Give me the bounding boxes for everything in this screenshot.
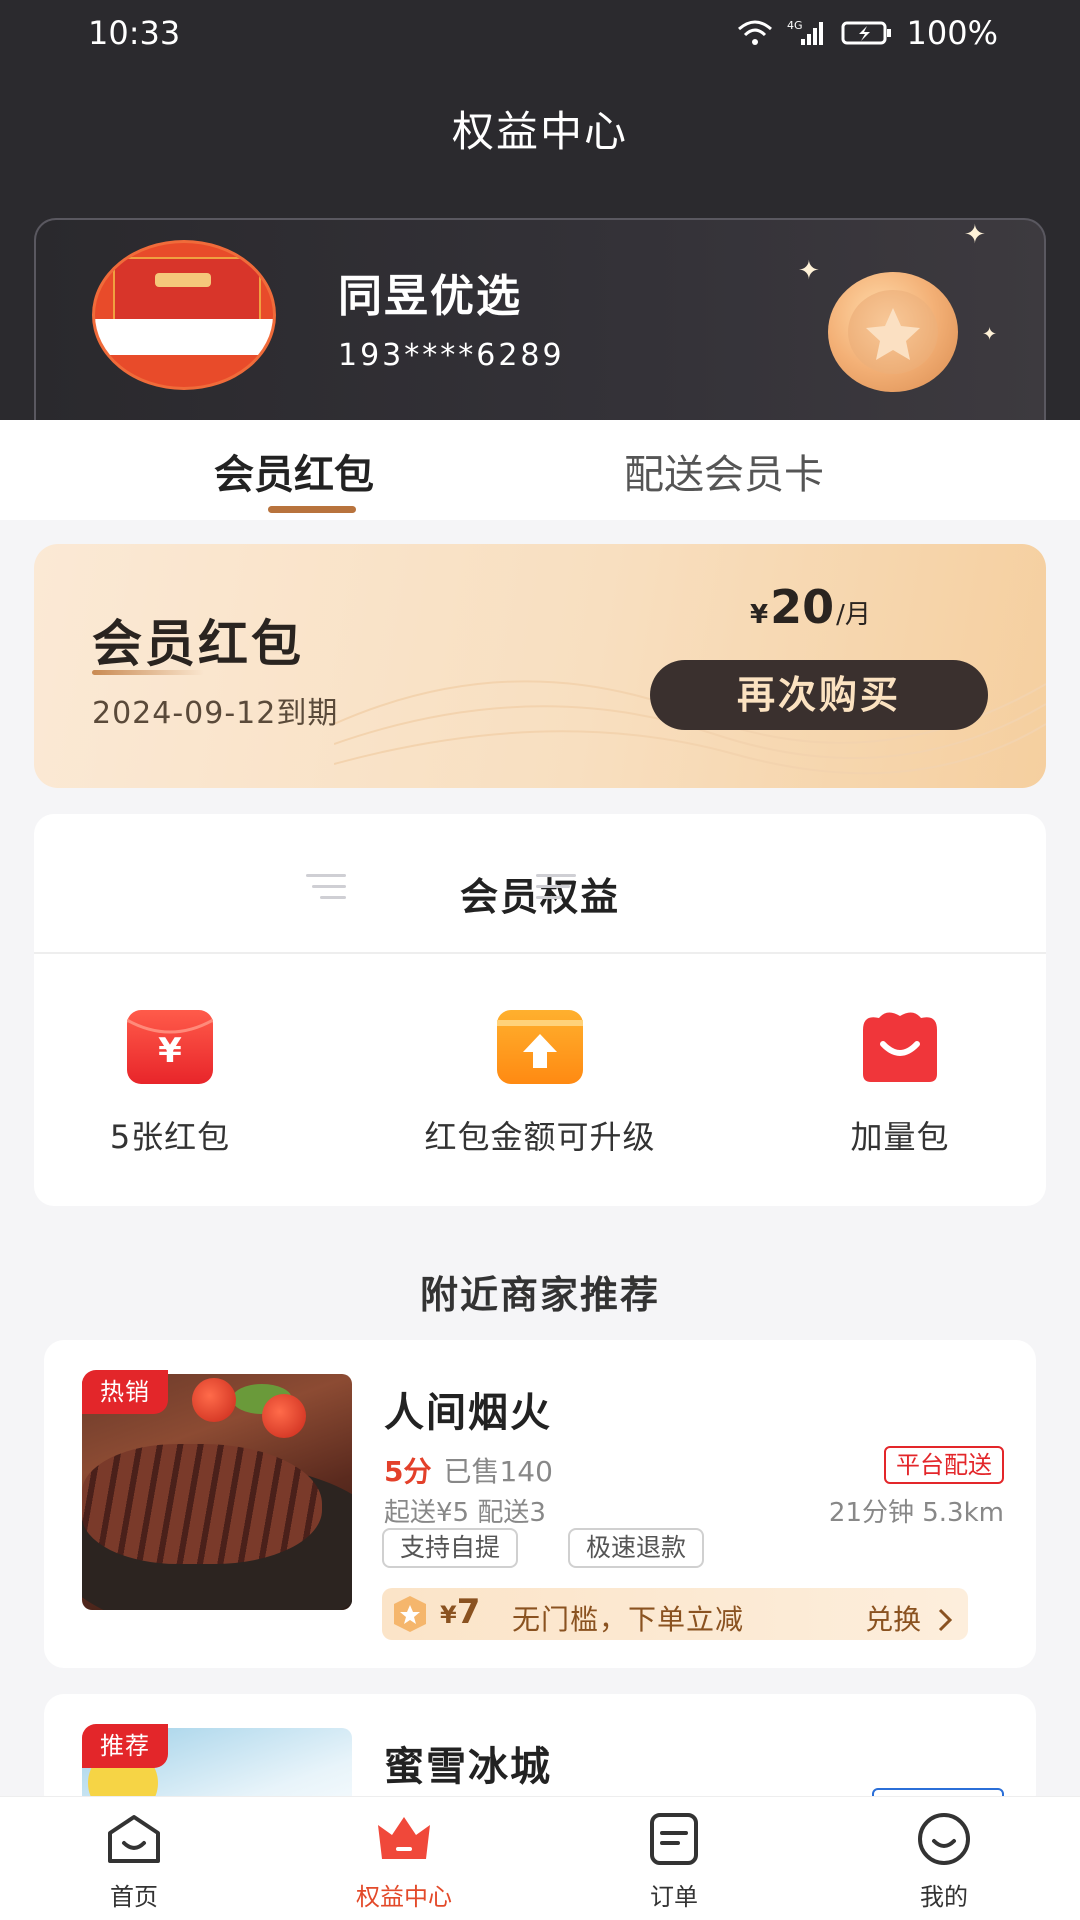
phone-number: 193****6289 (338, 338, 565, 373)
shop-score: 5分 (384, 1455, 432, 1488)
delivery-type-badge: 平台配送 (884, 1446, 1004, 1484)
bottom-nav: 首页 权益中心 订单 我的 (0, 1796, 1080, 1920)
price-unit: /月 (836, 600, 871, 630)
benefit-label: 加量包 (850, 1118, 950, 1156)
upgrade-icon (497, 1010, 583, 1084)
price-amount: 20 (770, 580, 835, 634)
svg-text:¥: ¥ (158, 1031, 182, 1071)
expire-date: 2024-09-12到期 (92, 696, 339, 731)
coupon-desc: 无门槛，下单立减 (512, 1603, 745, 1636)
profile-icon (918, 1813, 970, 1865)
shop-distance: 21分钟 5.3km (828, 1498, 1004, 1528)
benefit-label: 红包金额可升级 (424, 1118, 656, 1156)
shop-name: 同昱优选 (338, 271, 522, 322)
divider (34, 952, 1046, 954)
page-title: 权益中心 (451, 107, 628, 156)
recommend-badge: 推荐 (82, 1724, 168, 1768)
benefit-upgrade[interactable]: 红包金额可升级 (390, 1010, 690, 1158)
status-icons: 4G 100% (737, 14, 998, 52)
price-symbol: ¥ (750, 600, 769, 630)
user-card[interactable]: 同昱优选 193****6289 ✦ ✦ ✦ (34, 218, 1046, 420)
feature-tag: 极速退款 (568, 1528, 705, 1568)
nav-profile[interactable]: 我的 (874, 1809, 1014, 1912)
nearby-title: 附近商家推荐 (419, 1273, 660, 1317)
red-envelope-icon: ¥ (126, 1010, 214, 1084)
nav-label: 订单 (650, 1883, 698, 1911)
signal-icon: 4G (787, 19, 823, 45)
coupon-bar[interactable]: ¥7 无门槛，下单立减 兑换 (382, 1588, 968, 1640)
benefit-gift-bag[interactable]: 加量包 (820, 1010, 980, 1158)
order-icon (650, 1813, 698, 1865)
battery-level: 100% (906, 14, 998, 52)
nav-benefits[interactable]: 权益中心 (334, 1809, 474, 1912)
shop-fee: 起送¥5 配送3 (384, 1498, 546, 1528)
member-card: 会员红包 2024-09-12到期 ¥ 20 /月 再次购买 (34, 544, 1046, 788)
sparkle-icon: ✦ (982, 324, 998, 345)
title-underline (92, 670, 204, 675)
member-card-title: 会员红包 (92, 615, 304, 673)
header: 10:33 4G 100% 权益中心 同昱优选 193****6289 ✦ ✦ … (0, 0, 1080, 420)
title-decoration-right (536, 874, 576, 907)
status-time: 10:33 (88, 14, 181, 52)
benefit-red-envelope[interactable]: ¥ 5张红包 (80, 1010, 260, 1158)
tab-member-redpacket[interactable]: 会员红包 (214, 442, 374, 500)
feature-tag: 支持自提 (382, 1528, 519, 1568)
coin-illustration: ✦ ✦ ✦ (756, 220, 1044, 420)
rebuy-button[interactable]: 再次购买 (650, 660, 988, 730)
shop-score-row: 5分 已售140 (384, 1450, 553, 1490)
status-bar: 10:33 4G 100% (0, 0, 1080, 70)
gift-bag-icon (857, 1010, 943, 1084)
nav-label: 我的 (920, 1883, 968, 1911)
shop-card[interactable]: 热销 人间烟火 5分 已售140 平台配送 起送¥5 配送3 21分钟 5.3km… (44, 1340, 1036, 1668)
shop-sold: 已售140 (443, 1455, 553, 1488)
sparkle-icon: ✦ (798, 256, 820, 286)
benefits-panel: 会员权益 ¥ 5张红包 红包金额可升级 加量包 (34, 814, 1046, 1206)
nav-label: 权益中心 (356, 1883, 452, 1911)
sparkle-icon: ✦ (964, 220, 986, 250)
shop-title: 蜜雪冰城 (384, 1744, 552, 1790)
nav-orders[interactable]: 订单 (604, 1809, 744, 1912)
tab-active-indicator (268, 506, 356, 513)
coin-icon (828, 272, 958, 392)
coupon-amount: ¥7 (440, 1592, 481, 1632)
crown-icon (378, 1817, 430, 1859)
nav-home[interactable]: 首页 (64, 1809, 204, 1912)
tab-delivery-card[interactable]: 配送会员卡 (624, 442, 824, 500)
battery-icon (841, 21, 891, 45)
avatar (92, 240, 276, 390)
wifi-icon (737, 20, 772, 45)
coupon-badge-icon (394, 1596, 426, 1632)
price: ¥ 20 /月 (750, 580, 871, 634)
svg-text:4G: 4G (787, 19, 803, 32)
exchange-button[interactable]: 兑换 (865, 1598, 954, 1638)
nav-label: 首页 (110, 1883, 158, 1911)
tab-bar: 会员红包 配送会员卡 (0, 420, 1080, 520)
hot-badge: 热销 (82, 1370, 168, 1414)
home-icon (108, 1815, 160, 1863)
chevron-right-icon (938, 1608, 953, 1632)
shop-title: 人间烟火 (384, 1390, 552, 1436)
benefit-label: 5张红包 (109, 1118, 231, 1156)
